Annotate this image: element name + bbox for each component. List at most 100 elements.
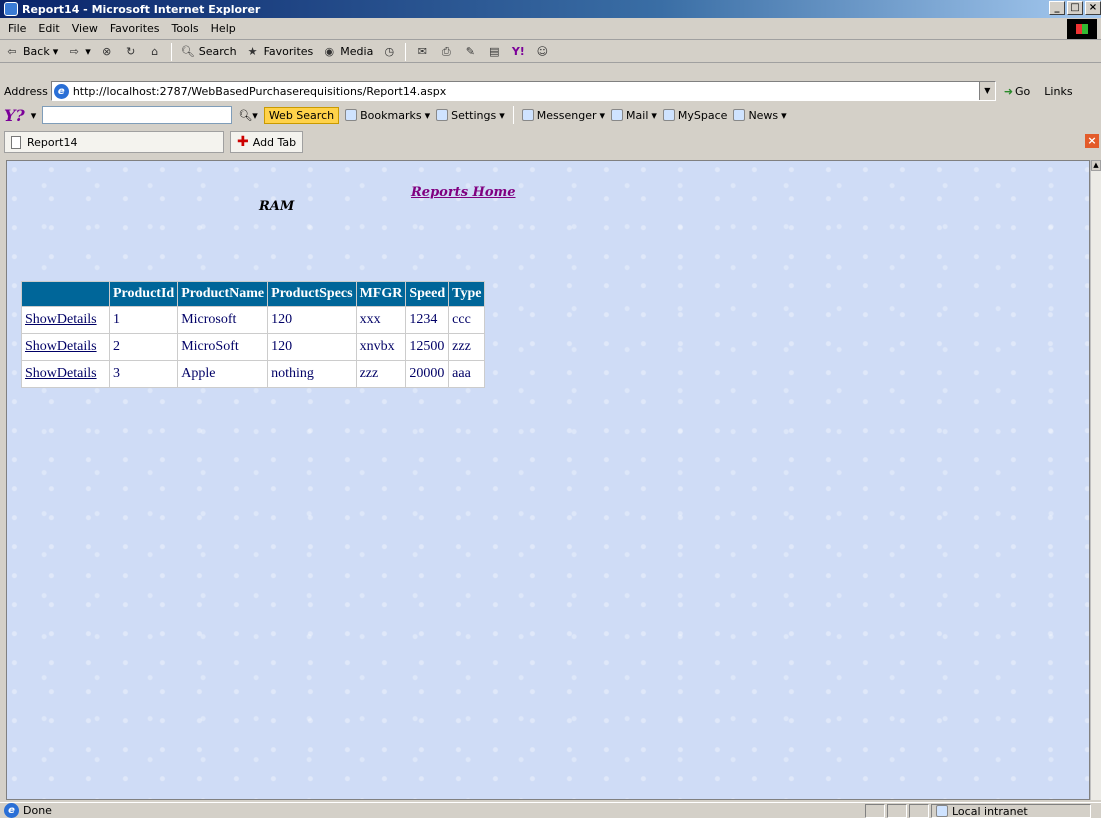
show-details-link[interactable]: ShowDetails (21, 333, 110, 361)
edit-icon: ✎ (465, 44, 475, 58)
yahoo-search-input[interactable] (42, 106, 233, 124)
show-details-link[interactable]: ShowDetails (21, 306, 110, 334)
standard-toolbar: ⇦ Back ▾ ⇨ ▾ ⊗ ↻ ⌂ 🔍︎ Search ★ Favorites… (0, 41, 1101, 63)
products-table: ProductId ProductName ProductSpecs MFGR … (21, 281, 486, 388)
messenger-menu[interactable]: Messenger ▾ (521, 108, 605, 122)
stop-icon: ⊗ (102, 44, 112, 58)
media-button[interactable]: ◉ Media (319, 44, 375, 60)
close-tab-icon[interactable]: × (1085, 134, 1099, 148)
cell-mfgr: xxx (355, 306, 407, 334)
column-header-productname: ProductName (177, 281, 269, 307)
edit-button[interactable]: ✎ (460, 44, 480, 60)
menu-file[interactable]: File (2, 22, 32, 35)
messenger-icon: ☺ (536, 44, 549, 58)
window-title-bar: Report14 - Microsoft Internet Explorer _… (0, 0, 1101, 18)
maximize-button[interactable]: □ (1067, 1, 1083, 15)
menu-help[interactable]: Help (205, 22, 242, 35)
add-tab-button[interactable]: ✚ Add Tab (230, 131, 304, 153)
yahoo-logo[interactable]: Y? (4, 106, 25, 125)
address-label: Address (4, 84, 48, 98)
go-label: Go (1015, 84, 1031, 98)
reports-home-link[interactable]: Reports Home (411, 185, 516, 200)
settings-button[interactable]: Settings ▾ (436, 109, 505, 122)
cell-productname: MicroSoft (177, 333, 269, 361)
show-details-link[interactable]: ShowDetails (21, 360, 110, 388)
tab-label: Report14 (27, 135, 78, 149)
mail-label: Mail (626, 108, 649, 122)
history-icon: ◷ (384, 44, 395, 58)
mail-menu[interactable]: Mail ▾ (611, 109, 657, 122)
menu-view[interactable]: View (66, 22, 104, 35)
status-bar: e Done Local intranet (0, 802, 1101, 818)
search-icon[interactable]: 🔍︎▾ (238, 109, 258, 122)
print-button[interactable]: ⎙ (436, 44, 456, 60)
zone-label: Local intranet (952, 804, 1028, 818)
refresh-icon: ↻ (126, 44, 136, 58)
tab-bar: Report14 ✚ Add Tab × (0, 130, 1101, 154)
messenger-button[interactable]: ☺ (532, 44, 552, 60)
chevron-down-icon[interactable]: ▼ (978, 82, 995, 100)
back-label: Back (23, 45, 50, 58)
ie-icon (4, 2, 18, 16)
cell-productid: 1 (108, 306, 179, 334)
tab-report14[interactable]: Report14 (4, 131, 224, 153)
go-button[interactable]: ➜ Go (1004, 85, 1030, 98)
intranet-icon (936, 805, 948, 817)
menu-tools[interactable]: Tools (166, 22, 205, 35)
menu-favorites[interactable]: Favorites (104, 22, 166, 35)
refresh-button[interactable]: ↻ (121, 44, 141, 60)
home-button[interactable]: ⌂ (145, 44, 165, 60)
cell-productspecs: 120 (267, 333, 357, 361)
cell-type: aaa (448, 360, 486, 388)
toolbar-separator (512, 106, 514, 124)
close-button[interactable]: × (1085, 1, 1101, 15)
cell-productid: 2 (108, 333, 179, 361)
address-bar: Address e http://localhost:2787/WebBased… (0, 80, 1101, 102)
status-panel (909, 804, 929, 818)
discuss-button[interactable]: ▤ (484, 44, 504, 60)
toolbar-separator (170, 42, 172, 61)
forward-button[interactable]: ⇨ ▾ (64, 44, 93, 60)
messenger-label: Messenger (536, 108, 597, 122)
forward-arrow-icon: ⇨ (69, 44, 79, 58)
search-label: Search (198, 45, 237, 58)
cell-mfgr: xnvbx (355, 333, 407, 361)
menu-bar: File Edit View Favorites Tools Help (0, 18, 1101, 40)
column-header-productspecs: ProductSpecs (267, 281, 357, 307)
cell-speed: 12500 (405, 333, 450, 361)
links-button[interactable]: Links (1044, 85, 1072, 98)
media-label: Media (340, 45, 374, 58)
menu-edit[interactable]: Edit (32, 22, 65, 35)
back-button[interactable]: ⇦ Back ▾ (2, 44, 60, 60)
yahoo-button[interactable]: Y! (508, 44, 528, 60)
news-icon (733, 109, 746, 121)
chevron-down-icon[interactable]: ▾ (31, 109, 37, 122)
plus-icon: ✚ (237, 134, 249, 150)
minimize-button[interactable]: _ (1049, 1, 1065, 15)
document-icon: ▤ (489, 44, 500, 58)
scroll-up-icon[interactable]: ▲ (1091, 160, 1101, 171)
bookmarks-button[interactable]: Bookmarks ▾ (345, 109, 430, 122)
ram-heading: RAM (259, 199, 295, 214)
window-controls: _ □ × (1047, 1, 1101, 15)
toolbar-separator (405, 42, 407, 61)
bookmarks-icon (345, 109, 358, 121)
yahoo-toolbar: Y? ▾ 🔍︎▾ Web Search Bookmarks ▾ Settings ▾… (0, 104, 1101, 126)
web-search-button[interactable]: Web Search (263, 106, 340, 124)
news-menu[interactable]: News ▾ (733, 109, 787, 122)
cell-speed: 1234 (405, 306, 450, 334)
cell-productname: Apple (177, 360, 269, 388)
cell-mfgr: zzz (355, 360, 407, 388)
history-button[interactable]: ◷ (379, 44, 399, 60)
cell-productspecs: nothing (267, 360, 357, 388)
favorites-button[interactable]: ★ Favorites (243, 44, 316, 60)
vertical-scrollbar[interactable]: ▲ (1090, 160, 1101, 800)
cell-type: ccc (448, 306, 486, 334)
mail-button[interactable]: ✉ (412, 44, 432, 60)
myspace-button[interactable]: MySpace (662, 109, 727, 122)
search-icon: 🔍︎ (180, 44, 195, 58)
search-button[interactable]: 🔍︎ Search (178, 44, 239, 60)
stop-button[interactable]: ⊗ (97, 44, 117, 60)
cell-productid: 3 (108, 360, 179, 388)
address-input[interactable]: e http://localhost:2787/WebBasedPurchase… (50, 81, 996, 101)
